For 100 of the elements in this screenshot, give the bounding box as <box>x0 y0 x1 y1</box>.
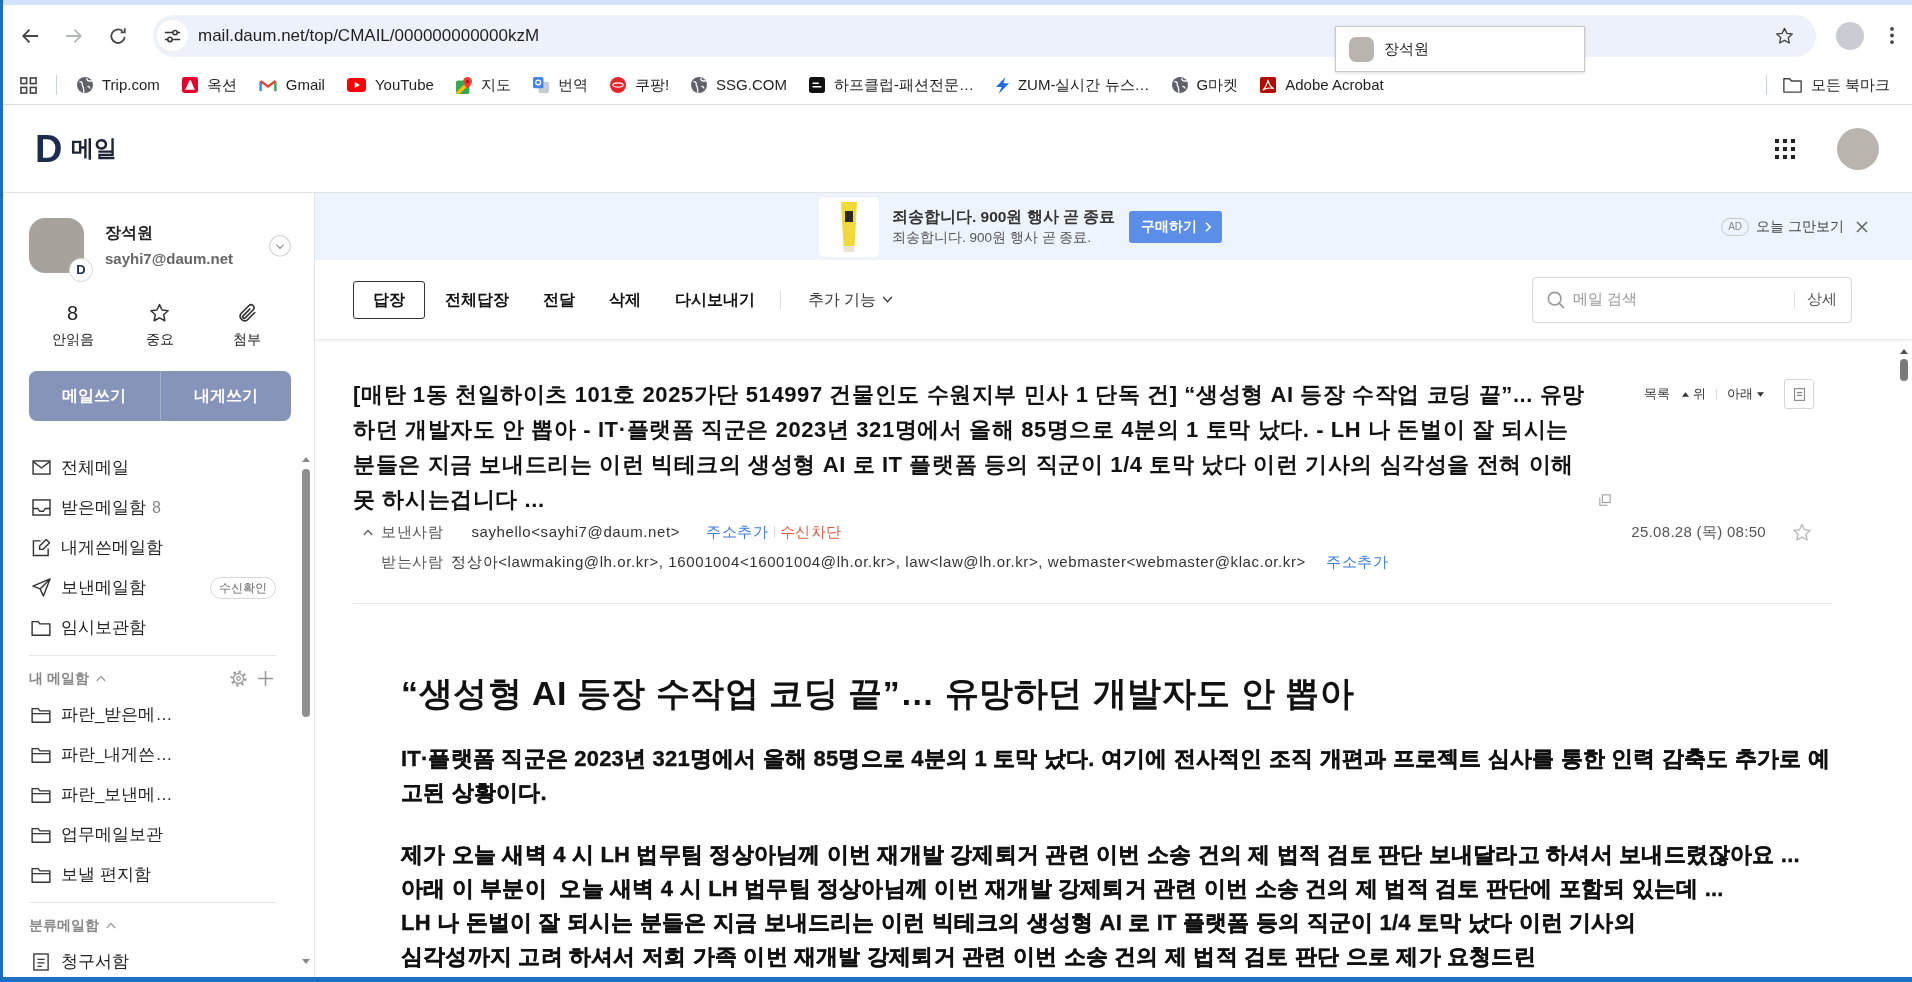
folder-item[interactable]: 파란_보낸메… <box>29 781 173 808</box>
folder-item[interactable]: 내게쓴메일함 <box>29 534 163 561</box>
star-icon[interactable] <box>1775 26 1794 45</box>
more-actions-button[interactable]: 추가 기능 <box>793 280 909 319</box>
bookmark-link[interactable]: 지도 <box>447 69 519 101</box>
bookmark-link[interactable]: Gmail <box>250 69 333 101</box>
play-icon <box>346 78 366 92</box>
recipient-label: 받는사람 <box>381 551 444 572</box>
caret-up-icon <box>1682 391 1689 397</box>
recipient-addresses: 정상아<lawmaking@lh.or.kr>, 16001004<16001004@lh.or.kr>, law<law@lh.or.kr>, webmaster<webmaster@klac.or.kr> <box>451 551 1306 572</box>
apps-grid-icon[interactable] <box>1775 138 1795 159</box>
reply-all-button[interactable]: 전체답장 <box>428 280 526 319</box>
site-info-button[interactable] <box>157 20 188 51</box>
search-detail-button[interactable]: 상세 <box>1795 288 1837 311</box>
settings-icon[interactable] <box>230 670 247 688</box>
copy-icon[interactable] <box>1599 494 1611 506</box>
avatar-placeholder <box>1349 36 1374 62</box>
document-icon <box>1793 387 1805 401</box>
square-logo-icon <box>808 77 825 93</box>
bookmark-link[interactable]: 옥션 <box>173 69 245 101</box>
bookmark-link[interactable]: G마켓 <box>1163 69 1247 101</box>
folder-icon <box>31 706 51 723</box>
chevron-down-icon <box>882 296 894 303</box>
reply-button[interactable]: 답장 <box>353 280 425 319</box>
globe-icon <box>77 77 93 93</box>
tube-drawing <box>819 196 879 257</box>
hide-today-button[interactable]: 오늘 그만보기 <box>1749 216 1844 237</box>
avatar-placeholder[interactable] <box>1837 127 1879 170</box>
folder-item[interactable]: 전체메일 <box>29 454 129 481</box>
section-toggle[interactable]: 분류메일함 <box>29 915 116 937</box>
print-button[interactable] <box>1784 379 1814 409</box>
inbox-icon <box>31 499 51 517</box>
all-bookmarks-link[interactable]: 모든 북마크 <box>1774 69 1898 101</box>
folder-icon <box>31 619 51 636</box>
bookmark-link[interactable]: Adobe Acrobat <box>1252 69 1392 101</box>
folder-item[interactable]: 임시보관함 <box>29 614 146 641</box>
folder-item[interactable]: 받은메일함 8 <box>29 494 161 521</box>
bookmark-link[interactable]: 쿠팡! <box>601 69 678 101</box>
folder-item[interactable]: 보낸메일함 <box>29 574 146 601</box>
search-field[interactable]: 메일 검색 상세 <box>1532 276 1852 323</box>
read-receipt-button[interactable]: 수신확인 <box>210 576 276 599</box>
list-button[interactable]: 목록 <box>1638 379 1676 409</box>
delete-button[interactable]: 삭제 <box>592 280 658 319</box>
sender-label: 보낸사람 <box>381 521 444 542</box>
globe-icon <box>691 77 708 93</box>
bookmark-link[interactable]: 번역 <box>524 69 596 101</box>
mail-subject: [매탄 1동 천일하이츠 101호 2025가단 514997 건물인도 수원지부 민사 1 단독 건] “생성형 AI 등장 수작업 코딩 끝”... 유망하던 개발자도 안 뽑아 - IT·플랫폼 직군은 2023년 321명에서 올해 85명으로 4분의 1 토막 났다. - LH 나 돈벌이 잘 되시는 분들은 지금 보내드리는 이런 빅테크의 생성형 AI 로 IT 플랫폼 등의 직군이 1/4 토막 났다 이런 기사의 심각성을 전혀 이해 못 하시는겁니다 ... <box>353 381 1586 514</box>
scroll-down-arrow-icon[interactable] <box>302 959 310 964</box>
scroll-up-arrow-icon[interactable] <box>1900 349 1908 354</box>
mail-date: 25.08.28 (목) 08:50 <box>1631 521 1766 542</box>
caret-up-icon[interactable] <box>363 528 373 536</box>
add-icon[interactable] <box>258 671 273 687</box>
ad-subtitle: 죄송합니다. 900원 행사 곧 종료. <box>892 228 1093 247</box>
folder-item[interactable]: 청구서함 <box>29 948 129 975</box>
previous-button[interactable]: 위 <box>1676 379 1712 409</box>
bookmark-link[interactable]: ZUM-실시간 뉴스… <box>987 69 1158 101</box>
translate-icon <box>532 77 549 93</box>
attachment-link[interactable]: 첨부 <box>203 301 290 349</box>
tile-logo-icon <box>181 77 198 93</box>
scrollbar-thumb[interactable] <box>1900 359 1908 381</box>
resend-button[interactable]: 다시보내기 <box>658 280 772 319</box>
folder-item[interactable]: 보낼 편지함 <box>29 861 151 888</box>
forward-button[interactable]: 전달 <box>526 280 592 319</box>
close-icon[interactable] <box>1856 220 1868 233</box>
chevron-down-icon[interactable] <box>269 234 291 257</box>
folder-item[interactable]: 업무메일보관 <box>29 821 163 848</box>
menu-icon[interactable] <box>1890 27 1894 44</box>
logo-mark[interactable]: D <box>35 129 63 168</box>
search-icon <box>1547 290 1565 309</box>
block-sender-link[interactable]: 수신차단 <box>779 520 842 544</box>
add-contact-link[interactable]: 주소추가 <box>1325 550 1389 574</box>
add-contact-link[interactable]: 주소추가 <box>706 520 769 544</box>
apps-grid-icon[interactable] <box>20 76 37 94</box>
pdf-logo-icon <box>1260 77 1277 93</box>
bookmark-link[interactable]: YouTube <box>338 69 442 101</box>
star-icon <box>149 303 170 323</box>
paperclip-icon <box>236 303 257 323</box>
envelope-icon <box>31 460 51 476</box>
scrollbar-thumb[interactable] <box>302 468 310 717</box>
url-text[interactable]: mail.daum.net/top/CMAIL/000000000000kzM <box>198 22 540 49</box>
unread-count: 8 <box>152 497 161 518</box>
bolt-logo-icon <box>995 76 1009 94</box>
reload-icon[interactable] <box>109 26 127 45</box>
bookmark-link[interactable]: SSG.COM <box>683 69 795 101</box>
folder-item[interactable]: 파란_내게쓴… <box>29 741 173 768</box>
back-icon[interactable] <box>21 26 39 45</box>
app-title[interactable]: 메일 <box>71 131 118 166</box>
folder-item[interactable]: 파란_받은메… <box>29 701 173 728</box>
scroll-up-arrow-icon[interactable] <box>302 456 310 462</box>
user-name: 장석원 <box>105 223 154 243</box>
paper-plane-icon <box>31 578 51 598</box>
bookmark-link[interactable]: Trip.com <box>69 69 168 101</box>
section-toggle[interactable]: 내 메일함 <box>29 668 106 690</box>
ad-title: 죄송합니다. 900원 행사 곧 종료 <box>892 206 1116 227</box>
unread-link[interactable]: 8 안읽음 <box>29 301 116 349</box>
next-button[interactable]: 아래 <box>1721 379 1770 409</box>
star-icon[interactable] <box>1792 522 1812 542</box>
starred-link[interactable]: 중요 <box>116 301 203 349</box>
body-paragraph: 제가 오늘 새벽 4 시 LH 법무팀 정상아님께 이번 재개발 강제퇴거 관련 이번 소송 건의 제 법적 검토 판단 보내달라고 하셔서 보내드렸잖아요 ... 아래 이 부분이 오늘 새벽 4 시 LH 법무팀 정상아님께 이번 재개발 강제퇴거 관련 이번 소송 건의 제 법적 검토 판단에 포함되 있는데 ... LH 나 돈벌이 잘 되시는 분들은 지금 보내드리는 이런 빅테크의 생성형 AI 로 IT 플랫폼 등의 직군이 1/4 토막 났다 이런 기사의 심각성까지 고려 하셔서 저희 가족 이번 재개발 강제퇴거 관련 이번 소송 건의 제 법적 검토 판단 으로 제가 요청드린 <box>401 841 1801 971</box>
bookmark-link[interactable]: 하프클럽-패션전문… <box>800 69 982 101</box>
